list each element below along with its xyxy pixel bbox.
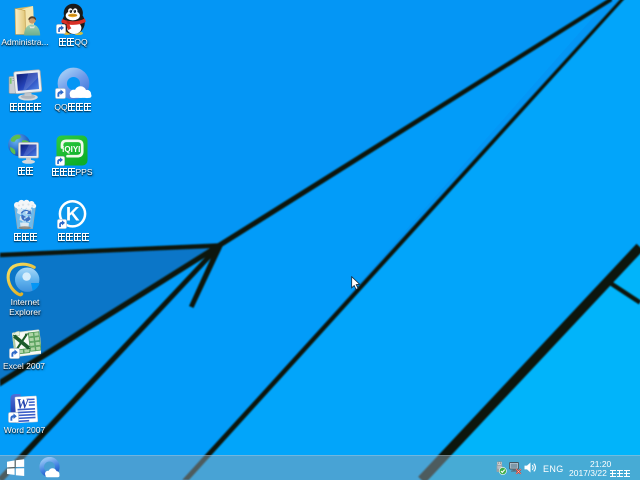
svg-text:K: K [66,205,80,226]
svg-text:iQIYI: iQIYI [62,145,80,154]
